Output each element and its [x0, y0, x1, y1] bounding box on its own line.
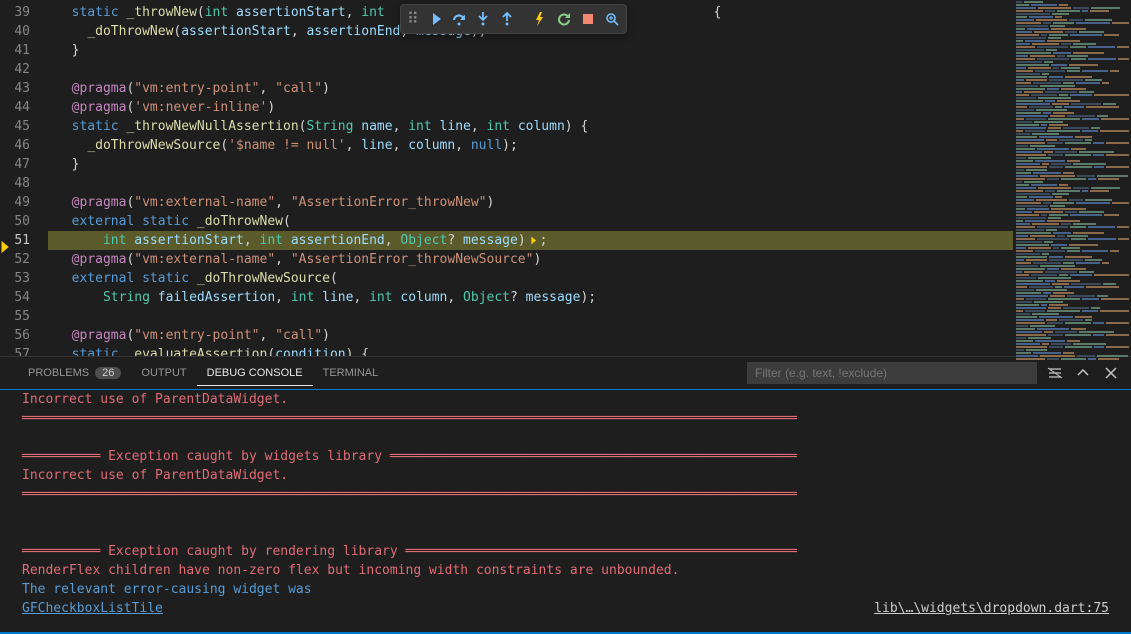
- console-line: [22, 523, 1109, 542]
- line-number[interactable]: 56: [0, 326, 48, 345]
- editor[interactable]: 39404142434445464748495051525354555657 s…: [0, 0, 1013, 356]
- tab-terminal-label: Terminal: [323, 367, 379, 379]
- tab-output-label: Output: [141, 367, 186, 379]
- toolbar-grip[interactable]: ⠿: [407, 9, 419, 29]
- console-file-link[interactable]: lib\…\widgets\dropdown.dart:75: [874, 599, 1109, 618]
- expand-panel-icon[interactable]: [1073, 363, 1093, 383]
- console-line: GFCheckboxListTile lib\…\widgets\dropdown…: [22, 599, 1109, 618]
- line-number[interactable]: 44: [0, 98, 48, 117]
- minimap[interactable]: [1013, 0, 1131, 356]
- tab-problems[interactable]: Problems 26: [18, 361, 131, 385]
- line-number[interactable]: 53: [0, 269, 48, 288]
- console-line: RenderFlex children have non-zero flex b…: [22, 561, 1109, 580]
- continue-button[interactable]: [427, 11, 443, 27]
- restart-button[interactable]: [556, 11, 572, 27]
- code-line[interactable]: [56, 60, 1013, 79]
- code-line[interactable]: external static _doThrowNew(: [56, 212, 1013, 231]
- line-number[interactable]: 39: [0, 3, 48, 22]
- code-line[interactable]: external static _doThrowNewSource(: [56, 269, 1013, 288]
- console-line: ══════════ Exception caught by rendering…: [22, 542, 1109, 561]
- step-out-button[interactable]: [499, 11, 515, 27]
- debug-toolbar[interactable]: ⠿: [400, 4, 627, 34]
- step-into-button[interactable]: [475, 11, 491, 27]
- code-line[interactable]: @pragma("vm:entry-point", "call"): [56, 79, 1013, 98]
- tab-debug-console[interactable]: Debug Console: [197, 361, 313, 386]
- stop-button[interactable]: [580, 11, 596, 27]
- line-number[interactable]: 40: [0, 22, 48, 41]
- code-line[interactable]: _doThrowNewSource('$name != null', line,…: [56, 136, 1013, 155]
- line-number[interactable]: 49: [0, 193, 48, 212]
- execution-pointer-gutter: [1, 240, 11, 254]
- console-line: The relevant error-causing widget was: [22, 580, 1109, 599]
- line-number[interactable]: 41: [0, 41, 48, 60]
- devtools-button[interactable]: [604, 11, 620, 27]
- code-area[interactable]: static _throwNew(int assertionStart, int…: [48, 0, 1013, 356]
- code-line[interactable]: int assertionStart, int assertionEnd, Ob…: [48, 231, 1013, 250]
- code-line[interactable]: static _throwNewNullAssertion(String nam…: [56, 117, 1013, 136]
- bottom-panel: Problems 26 Output Debug Console Termina…: [0, 356, 1131, 634]
- console-line: ════════════════════════════════════════…: [22, 485, 1109, 504]
- console-line: ══════════ Exception caught by widgets l…: [22, 447, 1109, 466]
- hot-reload-button[interactable]: [532, 11, 548, 27]
- code-line[interactable]: }: [56, 41, 1013, 60]
- clear-console-icon[interactable]: [1045, 363, 1065, 383]
- line-number[interactable]: 47: [0, 155, 48, 174]
- code-line[interactable]: [56, 174, 1013, 193]
- line-number[interactable]: 42: [0, 60, 48, 79]
- line-number[interactable]: 57: [0, 345, 48, 356]
- execution-pointer-icon: [529, 235, 540, 246]
- line-number[interactable]: 46: [0, 136, 48, 155]
- line-number[interactable]: 43: [0, 79, 48, 98]
- console-line: [22, 428, 1109, 447]
- tab-problems-label: Problems: [28, 367, 89, 379]
- code-line[interactable]: @pragma("vm:external-name", "AssertionEr…: [56, 250, 1013, 269]
- line-number[interactable]: 45: [0, 117, 48, 136]
- panel-tab-bar: Problems 26 Output Debug Console Termina…: [0, 357, 1131, 389]
- line-number[interactable]: 48: [0, 174, 48, 193]
- code-line[interactable]: @pragma("vm:external-name", "AssertionEr…: [56, 193, 1013, 212]
- close-panel-icon[interactable]: [1101, 363, 1121, 383]
- console-filter-input[interactable]: [747, 362, 1037, 384]
- line-number[interactable]: 54: [0, 288, 48, 307]
- console-link[interactable]: GFCheckboxListTile: [22, 601, 163, 616]
- code-line[interactable]: }: [56, 155, 1013, 174]
- line-number[interactable]: 55: [0, 307, 48, 326]
- code-line[interactable]: @pragma('vm:never-inline'): [56, 98, 1013, 117]
- code-line[interactable]: static _evaluateAssertion(condition) {: [56, 345, 1013, 356]
- debug-console-output[interactable]: Incorrect use of ParentDataWidget.══════…: [0, 389, 1131, 632]
- console-line: Incorrect use of ParentDataWidget.: [22, 390, 1109, 409]
- tab-output[interactable]: Output: [131, 361, 196, 385]
- tab-debug-label: Debug Console: [207, 367, 303, 379]
- problems-count-badge: 26: [95, 367, 121, 379]
- console-line: Incorrect use of ParentDataWidget.: [22, 466, 1109, 485]
- line-number[interactable]: 50: [0, 212, 48, 231]
- code-line[interactable]: @pragma("vm:entry-point", "call"): [56, 326, 1013, 345]
- console-line: [22, 504, 1109, 523]
- code-line[interactable]: String failedAssertion, int line, int co…: [56, 288, 1013, 307]
- step-over-button[interactable]: [451, 11, 467, 27]
- console-line: ════════════════════════════════════════…: [22, 409, 1109, 428]
- tab-terminal[interactable]: Terminal: [313, 361, 389, 385]
- code-line[interactable]: [56, 307, 1013, 326]
- line-number-gutter[interactable]: 39404142434445464748495051525354555657: [0, 0, 48, 356]
